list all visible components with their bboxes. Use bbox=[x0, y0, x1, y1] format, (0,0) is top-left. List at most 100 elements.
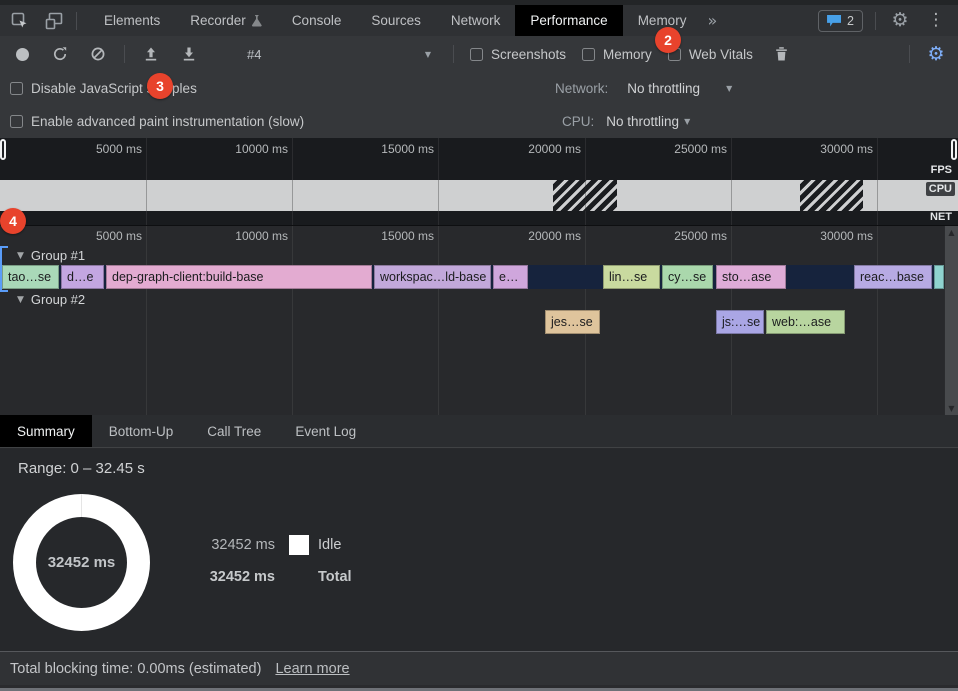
settings-gear-icon[interactable]: ⚙ bbox=[888, 9, 912, 33]
group1-header[interactable]: ▼ Group #1 bbox=[0, 247, 85, 264]
device-toolbar-icon[interactable] bbox=[42, 9, 66, 33]
advanced-paint-checkbox[interactable] bbox=[10, 115, 23, 128]
annotation-badge-3: 3 bbox=[147, 73, 173, 99]
window-bottom-edge bbox=[0, 685, 958, 691]
tab-performance[interactable]: Performance bbox=[515, 5, 622, 36]
overview-right-handle[interactable] bbox=[951, 139, 957, 160]
flame-bar[interactable]: jes…se bbox=[545, 310, 600, 334]
flame-tick-label: 10000 ms bbox=[206, 229, 288, 243]
checkbox-label: Web Vitals bbox=[689, 47, 753, 62]
caret-down-icon: ▼ bbox=[425, 50, 431, 59]
flame-bar[interactable]: workspac…ld-base bbox=[374, 265, 491, 289]
overview-left-handle[interactable] bbox=[0, 139, 6, 160]
total-blocking-time-text: Total blocking time: 0.00ms (estimated) bbox=[10, 661, 261, 677]
scroll-down-icon[interactable]: ▼ bbox=[948, 405, 954, 413]
flame-bar-label: tao…se bbox=[8, 270, 51, 284]
reload-and-record-button[interactable] bbox=[48, 42, 72, 66]
checkbox-memory[interactable]: Memory bbox=[582, 47, 652, 62]
tabbar-right-controls: 2 ⚙ ⋮ bbox=[818, 5, 958, 36]
tab-network[interactable]: Network bbox=[436, 5, 516, 36]
collapse-triangle-icon[interactable]: ▼ bbox=[17, 295, 24, 305]
flame-chart[interactable]: ▼ Group #1 tao…se d…edep-graph-client:bui… bbox=[0, 225, 958, 415]
flame-tick-label: 15000 ms bbox=[352, 229, 434, 243]
checkbox-box[interactable] bbox=[582, 48, 595, 61]
flame-bar[interactable]: web:…ase bbox=[766, 310, 845, 334]
donut-seam bbox=[81, 494, 82, 517]
flame-bar-label: web:…ase bbox=[772, 315, 831, 329]
summary-panel: Range: 0 – 32.45 s 32452 ms 32452 msIdle… bbox=[0, 449, 958, 651]
overview-gridline-cpu bbox=[292, 180, 293, 211]
divider bbox=[124, 45, 125, 63]
cpu-lane-label: CPU bbox=[926, 182, 955, 196]
flame-bar[interactable] bbox=[934, 265, 944, 289]
tab-bottom-up[interactable]: Bottom-Up bbox=[92, 415, 191, 447]
group1-track: tao…se d…edep-graph-client:build-basework… bbox=[0, 265, 944, 289]
flame-bar-label: js:…se bbox=[722, 315, 760, 329]
save-profile-button[interactable] bbox=[177, 42, 201, 66]
overview-tick-label: 5000 ms bbox=[64, 142, 142, 156]
flame-bar[interactable]: d…e bbox=[61, 265, 104, 289]
tab-sources[interactable]: Sources bbox=[356, 5, 436, 36]
flame-bar-label: lin…se bbox=[609, 270, 647, 284]
tab-label: Summary bbox=[17, 424, 75, 439]
record-button[interactable] bbox=[10, 42, 34, 66]
overview-tick-label: 30000 ms bbox=[795, 142, 873, 156]
flame-bar[interactable]: reac…base bbox=[854, 265, 932, 289]
kebab-menu-icon[interactable]: ⋮ bbox=[924, 9, 948, 33]
more-tabs-button[interactable]: » bbox=[701, 11, 723, 30]
checkbox-label: Memory bbox=[603, 47, 652, 62]
collapse-triangle-icon[interactable]: ▼ bbox=[17, 251, 24, 261]
tab-call-tree[interactable]: Call Tree bbox=[190, 415, 278, 447]
flame-bar[interactable]: cy…se bbox=[662, 265, 713, 289]
flame-bar[interactable]: js:…se bbox=[716, 310, 764, 334]
cpu-throttling-dropdown[interactable]: CPU: No throttling ▼ bbox=[562, 114, 690, 129]
group2-header[interactable]: ▼ Group #2 bbox=[0, 291, 85, 308]
issues-bubble-icon bbox=[827, 15, 841, 27]
caret-down-icon: ▼ bbox=[726, 84, 732, 93]
history-dropdown[interactable]: #4 ▼ bbox=[239, 47, 439, 62]
clear-button[interactable] bbox=[86, 42, 110, 66]
divider bbox=[76, 12, 77, 30]
tab-label: Network bbox=[451, 13, 501, 28]
tab-label: Recorder bbox=[190, 13, 246, 28]
flame-bar[interactable]: dep-graph-client:build-base bbox=[106, 265, 372, 289]
load-profile-button[interactable] bbox=[139, 42, 163, 66]
tab-summary[interactable]: Summary bbox=[0, 415, 92, 447]
donut-total-value: 32452 ms bbox=[48, 554, 116, 571]
capture-settings-gear-icon[interactable]: ⚙ bbox=[924, 42, 948, 66]
scroll-up-icon[interactable]: ▲ bbox=[948, 229, 954, 237]
divider bbox=[909, 45, 910, 63]
disable-js-samples-checkbox[interactable] bbox=[10, 82, 23, 95]
flame-bar[interactable]: lin…se bbox=[603, 265, 660, 289]
checkbox-screenshots[interactable]: Screenshots bbox=[470, 47, 566, 62]
performance-toolbar: #4 ▼ Screenshots Memory Web Vitals ⚙ bbox=[0, 36, 958, 72]
flame-tick-label: 30000 ms bbox=[791, 229, 873, 243]
fps-lane-label: FPS bbox=[928, 163, 955, 177]
tab-elements[interactable]: Elements bbox=[89, 5, 175, 36]
overview-tick-label: 10000 ms bbox=[210, 142, 288, 156]
checkbox-web-vitals[interactable]: Web Vitals bbox=[668, 47, 753, 62]
experiment-flask-icon bbox=[252, 15, 262, 27]
checkbox-box[interactable] bbox=[470, 48, 483, 61]
donut-hole: 32452 ms bbox=[36, 517, 127, 608]
divider bbox=[875, 12, 876, 30]
cpu-value: No throttling bbox=[606, 114, 679, 129]
history-selected-value: #4 bbox=[247, 47, 261, 62]
flame-bar[interactable]: tao…se bbox=[2, 265, 59, 289]
flame-bar[interactable]: e… bbox=[493, 265, 528, 289]
caret-down-icon: ▼ bbox=[684, 117, 690, 126]
network-throttling-dropdown[interactable]: Network: No throttling ▼ bbox=[555, 81, 732, 96]
flame-scrollbar[interactable]: ▲ ▼ bbox=[944, 226, 958, 415]
delete-recording-button[interactable] bbox=[770, 42, 794, 66]
legend-row-total: 32452 msTotal bbox=[180, 566, 352, 587]
flame-bar[interactable]: sto…ase bbox=[716, 265, 786, 289]
overview[interactable]: FPS CPU NET 5000 ms10000 ms15000 ms20000… bbox=[0, 138, 958, 225]
tab-event-log[interactable]: Event Log bbox=[278, 415, 373, 447]
tab-console[interactable]: Console bbox=[277, 5, 357, 36]
tab-recorder[interactable]: Recorder bbox=[175, 5, 277, 36]
devtools-root: Elements Recorder ConsoleSources Network Per… bbox=[0, 0, 958, 691]
inspect-element-icon[interactable] bbox=[8, 9, 32, 33]
issues-button[interactable]: 2 bbox=[818, 10, 863, 32]
overview-gridline-cpu bbox=[438, 180, 439, 211]
learn-more-link[interactable]: Learn more bbox=[275, 661, 349, 677]
